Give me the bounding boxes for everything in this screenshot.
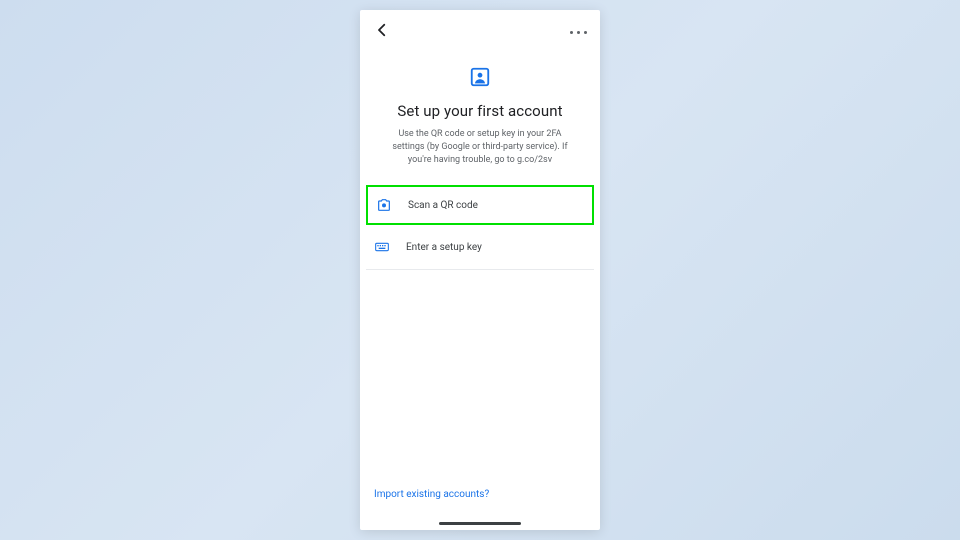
import-accounts-link[interactable]: Import existing accounts? [374, 483, 489, 506]
scan-qr-label: Scan a QR code [408, 200, 478, 211]
scan-qr-option[interactable]: Scan a QR code [366, 185, 594, 225]
more-dots-icon [584, 31, 587, 34]
divider [366, 269, 594, 270]
page-subtitle: Use the QR code or setup key in your 2FA… [378, 128, 582, 167]
top-bar [360, 10, 600, 54]
keyboard-icon [374, 239, 390, 255]
camera-icon [376, 197, 392, 213]
account-badge-icon [469, 66, 491, 88]
hero-section: Set up your first account Use the QR cod… [360, 54, 600, 185]
phone-screen: Set up your first account Use the QR cod… [360, 10, 600, 530]
more-dots-icon [577, 31, 580, 34]
more-button[interactable] [566, 20, 590, 44]
enter-key-label: Enter a setup key [406, 242, 482, 253]
more-dots-icon [570, 31, 573, 34]
chevron-left-icon [373, 21, 391, 43]
options-list: Scan a QR code Enter a setup key [360, 185, 600, 267]
home-indicator[interactable] [439, 522, 521, 525]
page-title: Set up your first account [397, 102, 562, 120]
back-button[interactable] [370, 20, 394, 44]
enter-key-option[interactable]: Enter a setup key [366, 227, 594, 267]
